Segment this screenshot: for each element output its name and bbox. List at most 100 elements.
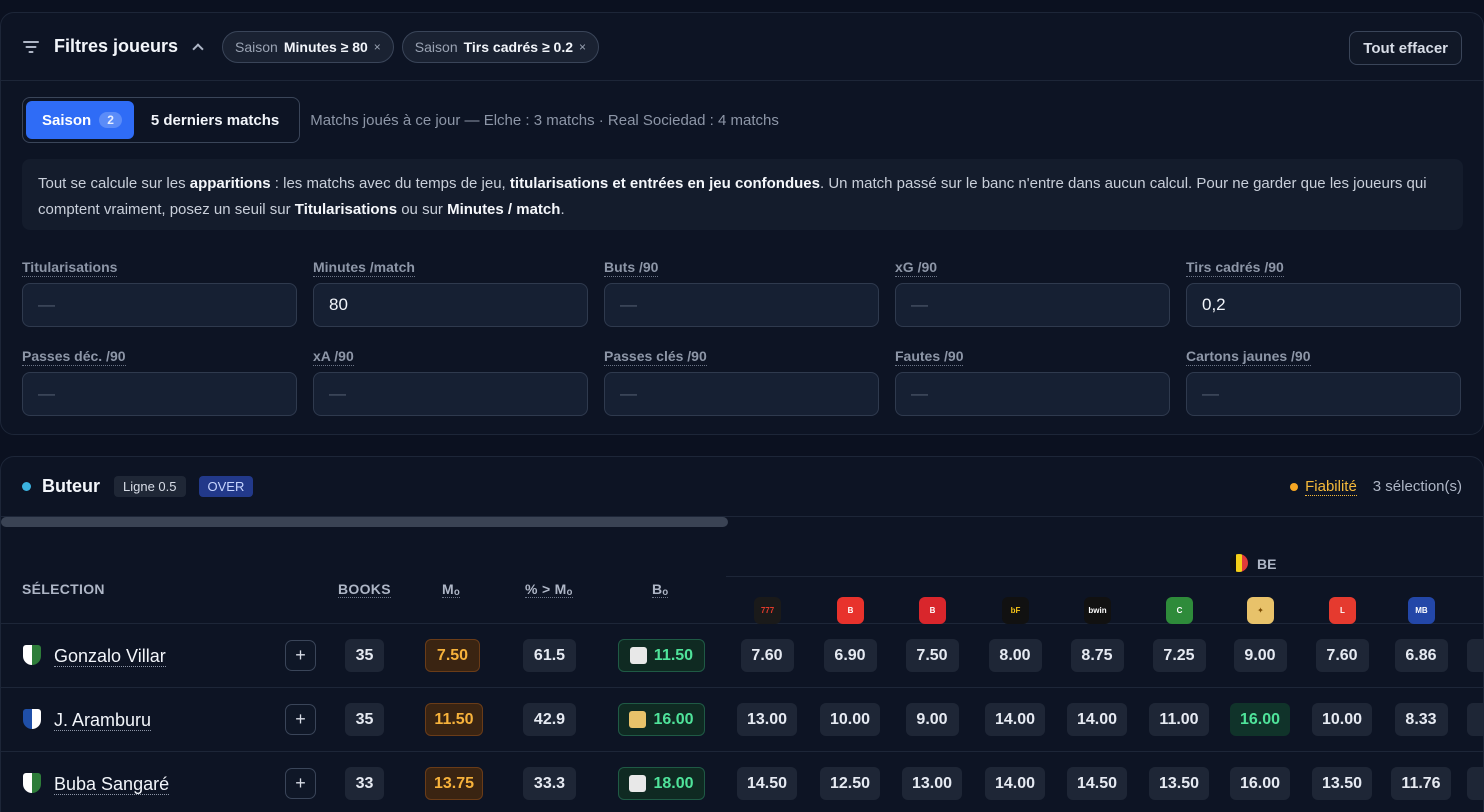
bookmaker-odds[interactable]: 7.25 — [1152, 639, 1206, 672]
golden-palace-icon — [629, 711, 647, 728]
filter-field-placeholder: — — [329, 384, 346, 403]
best-odds[interactable]: 18.00 — [618, 767, 705, 800]
filters-header: Filtres joueurs Saison Minutes ≥ 80 × Sa… — [1, 13, 1483, 81]
reliability-link[interactable]: Fiabilité — [1305, 478, 1357, 496]
bookmaker-odds[interactable]: 16.00 — [1230, 703, 1290, 736]
matches-played-info: Matchs joués à ce jour — Elche : 3 match… — [310, 111, 779, 129]
add-selection-button[interactable]: + — [285, 768, 316, 799]
bookmaker-odds[interactable]: 14.00 — [1067, 703, 1127, 736]
median-odds: 7.50 — [425, 639, 480, 672]
bookmaker-odds[interactable]: 13.50 — [1149, 767, 1209, 800]
pct-over-median: 61.5 — [523, 639, 576, 672]
bookmaker-odds[interactable]: 9.00 — [905, 703, 959, 736]
filter-field-input[interactable]: — — [895, 372, 1170, 416]
filter-field-label: Titularisations — [22, 259, 118, 277]
bookmaker-odds-overflow — [1467, 703, 1483, 736]
bookmaker-odds[interactable]: 11.00 — [1149, 703, 1209, 736]
filter-field-label: Tirs cadrés /90 — [1186, 259, 1284, 277]
filter-field-input[interactable]: — — [22, 372, 297, 416]
books-count: 33 — [345, 767, 384, 800]
filter-field-input[interactable]: — — [313, 372, 588, 416]
scrollbar-thumb[interactable] — [1, 517, 728, 527]
bookmaker-odds[interactable]: 14.50 — [737, 767, 797, 800]
col-bo[interactable]: Bₒ — [652, 581, 669, 598]
clear-all-button[interactable]: Tout effacer — [1349, 31, 1462, 65]
add-selection-button[interactable]: + — [285, 704, 316, 735]
bookmaker-odds[interactable]: 6.90 — [823, 639, 877, 672]
scooore-icon — [629, 775, 647, 792]
bookmaker-odds-overflow — [1467, 639, 1483, 672]
table-row[interactable]: J. Aramburu +35 11.50 42.9 16.00 13.00 10.00 9.… — [1, 688, 1483, 752]
selection-count: 3 sélection(s) — [1372, 478, 1462, 495]
remove-chip-icon[interactable]: × — [579, 40, 586, 54]
filter-field: Tirs cadrés /90 0,2 — [1186, 259, 1461, 327]
table-row[interactable]: Gonzalo Villar +35 7.50 61.5 11.50 7.60 6.90 7.… — [1, 624, 1483, 688]
bookmaker-odds[interactable]: 8.00 — [988, 639, 1042, 672]
bookmaker-odds[interactable]: 14.00 — [985, 767, 1045, 800]
bookmaker-odds[interactable]: 14.50 — [1067, 767, 1127, 800]
bookmaker-odds[interactable]: 6.86 — [1394, 639, 1448, 672]
bookmaker-odds[interactable]: 8.75 — [1070, 639, 1124, 672]
filter-field-label: xG /90 — [895, 259, 938, 277]
note-bold: Minutes / match — [447, 201, 561, 218]
chip-value: Tirs cadrés ≥ 0.2 — [463, 38, 573, 55]
filter-field: xA /90 — — [313, 348, 588, 416]
player-name[interactable]: J. Aramburu — [54, 710, 152, 731]
col-pct-over-mo[interactable]: % > Mₒ — [525, 581, 573, 598]
bookmaker-odds-overflow — [1467, 767, 1483, 800]
bookmaker-odds[interactable]: 13.00 — [902, 767, 962, 800]
bookmaker-odds[interactable]: 14.00 — [985, 703, 1045, 736]
bookmaker-odds[interactable]: 10.00 — [1312, 703, 1372, 736]
player-name[interactable]: Buba Sangaré — [54, 774, 170, 795]
bwin-icon: bwin — [1084, 597, 1111, 624]
bookmaker-odds[interactable]: 12.50 — [820, 767, 880, 800]
horizontal-scrollbar[interactable] — [1, 517, 1483, 527]
777-icon: 777 — [754, 597, 781, 624]
filter-field-input[interactable]: — — [604, 283, 879, 327]
col-mo[interactable]: Mₒ — [442, 581, 461, 598]
bookmaker-odds[interactable]: 11.76 — [1391, 767, 1451, 800]
market-title: Buteur — [42, 476, 100, 496]
best-odds[interactable]: 11.50 — [618, 639, 705, 672]
filter-field-input[interactable]: 80 — [313, 283, 588, 327]
note-bold: titularisations et entrées en jeu confon… — [509, 175, 820, 192]
filter-field-input[interactable]: — — [1186, 372, 1461, 416]
filter-chip-minutes[interactable]: Saison Minutes ≥ 80 × — [222, 30, 394, 63]
filter-field-input[interactable]: — — [895, 283, 1170, 327]
filter-field-input[interactable]: 0,2 — [1186, 283, 1461, 327]
belgium-flag-icon — [1230, 554, 1248, 572]
remove-chip-icon[interactable]: × — [374, 40, 381, 54]
bookmaker-odds[interactable]: 13.00 — [737, 703, 797, 736]
calculation-note: Tout se calcule sur les apparitions : le… — [22, 159, 1463, 230]
col-books[interactable]: BOOKS — [338, 581, 391, 598]
filter-field: xG /90 — — [895, 259, 1170, 327]
bookmaker-odds[interactable]: 7.60 — [740, 639, 794, 672]
bookmaker-odds[interactable]: 16.00 — [1230, 767, 1290, 800]
filter-field: Cartons jaunes /90 — — [1186, 348, 1461, 416]
table-row[interactable]: Buba Sangaré +33 13.75 33.3 18.00 14.50 12.50 1… — [1, 752, 1483, 812]
filter-chip-shots[interactable]: Saison Tirs cadrés ≥ 0.2 × — [401, 30, 600, 63]
best-odds[interactable]: 16.00 — [618, 703, 705, 736]
player-name[interactable]: Gonzalo Villar — [54, 646, 166, 667]
bookmaker-odds[interactable]: 13.50 — [1312, 767, 1372, 800]
filter-field-input[interactable]: — — [22, 283, 297, 327]
pct-over-median: 33.3 — [523, 767, 576, 800]
club-crest-icon — [23, 773, 41, 793]
golden-palace-icon: ✦ — [1247, 597, 1274, 624]
betfirst-icon: B — [919, 597, 946, 624]
period-toggle: Saison 2 5 derniers matchs — [22, 97, 301, 143]
tab-season[interactable]: Saison 2 — [26, 101, 134, 139]
chevron-up-icon[interactable] — [192, 43, 204, 55]
bookmaker-odds[interactable]: 7.50 — [905, 639, 959, 672]
bookmaker-odds[interactable]: 7.60 — [1315, 639, 1369, 672]
books-count: 35 — [345, 639, 384, 672]
tab-last-5-matches[interactable]: 5 derniers matchs — [134, 112, 296, 129]
bookmaker-odds[interactable]: 9.00 — [1233, 639, 1287, 672]
filter-field-input[interactable]: — — [604, 372, 879, 416]
filter-field-label: Fautes /90 — [895, 348, 964, 366]
add-selection-button[interactable]: + — [285, 640, 316, 671]
filter-field: Buts /90 — — [604, 259, 879, 327]
bookmaker-odds[interactable]: 10.00 — [820, 703, 880, 736]
bookmaker-odds[interactable]: 8.33 — [1394, 703, 1448, 736]
region-label: BE — [1257, 556, 1277, 572]
